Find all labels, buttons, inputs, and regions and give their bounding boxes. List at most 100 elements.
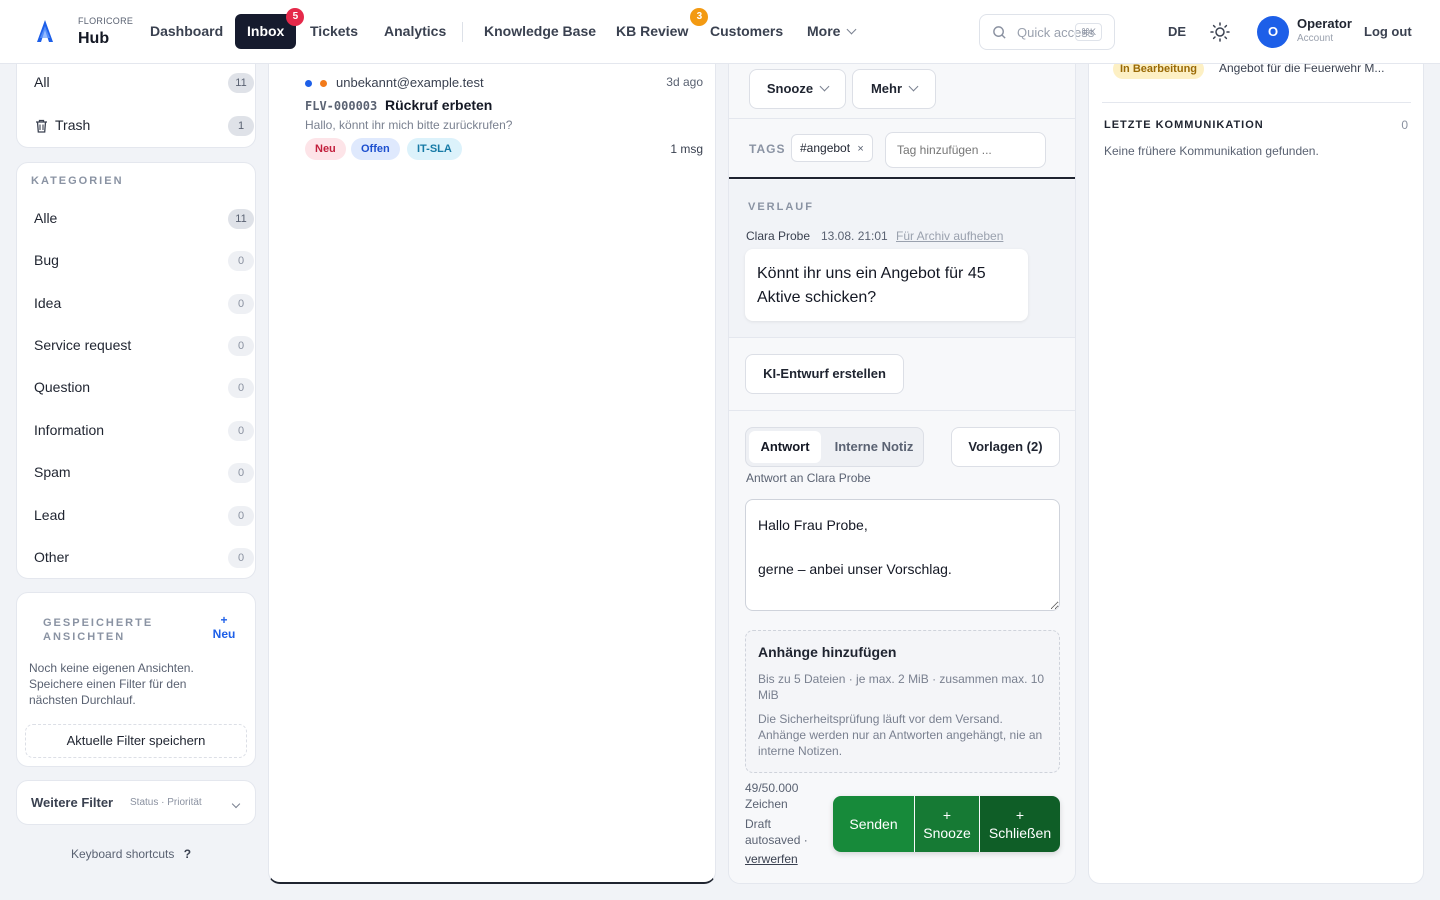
- nav-more[interactable]: More: [795, 14, 867, 49]
- ai-draft-button[interactable]: KI-Entwurf erstellen: [745, 354, 904, 394]
- category-count: 11: [228, 209, 254, 229]
- plus-icon: +: [1015, 807, 1025, 823]
- snooze-button[interactable]: Snooze: [749, 69, 846, 109]
- keyboard-shortcuts-label: Keyboard shortcuts: [71, 847, 175, 861]
- send-and-snooze-button[interactable]: + Snooze: [915, 796, 979, 852]
- category-count: 0: [228, 506, 254, 526]
- send-button[interactable]: Senden: [833, 796, 914, 852]
- sla-badge: IT-SLA: [407, 138, 462, 160]
- nav-kb-review-label: KB Review: [616, 23, 689, 39]
- ticket-message-count: 1 msg: [670, 142, 703, 156]
- categories-card: KATEGORIEN Alle 11 Bug 0 Idea 0 Service …: [16, 162, 256, 579]
- ticket-sender: unbekannt@example.test: [336, 75, 484, 90]
- list-item[interactable]: unbekannt@example.test 3d ago FLV-000003…: [269, 49, 715, 169]
- user-name[interactable]: Operator: [1297, 16, 1352, 31]
- more-actions-label: Mehr: [870, 81, 903, 96]
- category-spam[interactable]: Spam 0: [34, 463, 254, 484]
- archive-link[interactable]: Für Archiv aufheben: [896, 229, 1003, 243]
- tag-remove-close-icon[interactable]: ×: [857, 143, 863, 155]
- category-label: Question: [34, 379, 91, 395]
- folder-trash-label: Trash: [55, 117, 91, 133]
- message-bubble: Könnt ihr uns ein Angebot für 45 Aktive …: [745, 249, 1028, 321]
- trash-icon: [36, 119, 47, 133]
- category-lead[interactable]: Lead 0: [34, 506, 254, 527]
- category-label: Information: [34, 422, 105, 438]
- ticket-list-panel: unbekannt@example.test 3d ago FLV-000003…: [268, 48, 716, 884]
- category-alle[interactable]: Alle 11: [34, 209, 254, 230]
- nav-more-label: More: [807, 23, 841, 39]
- category-question[interactable]: Question 0: [34, 378, 254, 399]
- new-saved-view-button[interactable]: + Neu: [209, 613, 239, 641]
- ai-draft-section: KI-Entwurf erstellen: [729, 339, 1075, 411]
- message-time: 13.08. 21:01: [821, 229, 888, 243]
- category-count: 0: [228, 463, 254, 483]
- category-bug[interactable]: Bug 0: [34, 251, 254, 272]
- logout-button[interactable]: Log out: [1364, 24, 1412, 39]
- category-label: Other: [34, 549, 70, 565]
- category-label: Spam: [34, 464, 71, 480]
- last-communication-title: LETZTE KOMMUNIKATION: [1104, 119, 1264, 131]
- language-switch[interactable]: DE: [1168, 24, 1186, 39]
- saved-views-title-line: GESPEICHERTE: [43, 617, 154, 629]
- category-idea[interactable]: Idea 0: [34, 294, 254, 315]
- attachment-dropzone[interactable]: Anhänge hinzufügen Bis zu 5 Dateien · je…: [745, 630, 1060, 773]
- keyboard-shortcuts-link[interactable]: Keyboard shortcuts ?: [71, 847, 191, 861]
- chevron-down-icon: [231, 799, 241, 809]
- send-and-close-button[interactable]: + Schließen: [980, 796, 1060, 852]
- draft-status: Draft autosaved ·: [745, 817, 808, 847]
- user-avatar[interactable]: O: [1257, 16, 1289, 48]
- reply-textarea[interactable]: [745, 499, 1060, 611]
- plus-icon: +: [220, 613, 228, 627]
- category-count: 0: [228, 251, 254, 271]
- category-label: Service request: [34, 337, 132, 353]
- reply-mode-tabs: Antwort Interne Notiz: [745, 427, 924, 467]
- category-label: Lead: [34, 507, 66, 523]
- nav-inbox-label: Inbox: [247, 23, 285, 39]
- nav-customers[interactable]: Customers: [698, 14, 795, 49]
- tag-input[interactable]: [885, 132, 1046, 168]
- theme-toggle-sun-icon[interactable]: [1210, 22, 1230, 42]
- nav-tickets[interactable]: Tickets: [298, 14, 370, 49]
- ticket-preview: Hallo, könnt ihr mich bitte zurückrufen?: [305, 118, 513, 132]
- history-title: VERLAUF: [748, 201, 814, 213]
- folder-all-label: All: [34, 74, 50, 90]
- nav-inbox[interactable]: Inbox 5: [235, 8, 305, 49]
- new-saved-view-label: Neu: [212, 627, 236, 641]
- unread-dot: [305, 80, 312, 87]
- more-filters-toggle[interactable]: Weitere Filter Status · Priorität: [16, 780, 256, 825]
- folder-trash[interactable]: Trash 1: [34, 116, 254, 137]
- plus-icon: +: [942, 807, 952, 823]
- category-information[interactable]: Information 0: [34, 421, 254, 442]
- more-actions-button[interactable]: Mehr: [852, 69, 936, 109]
- tab-reply[interactable]: Antwort: [749, 431, 821, 463]
- saved-views-card: GESPEICHERTE ANSICHTEN + Neu Noch keine …: [16, 592, 256, 767]
- category-count: 0: [228, 548, 254, 568]
- templates-button[interactable]: Vorlagen (2): [951, 427, 1060, 467]
- category-other[interactable]: Other 0: [34, 548, 254, 569]
- send-button-group: Senden + Snooze + Schließen: [833, 796, 1060, 852]
- nav-kb-review[interactable]: KB Review 3: [604, 8, 709, 49]
- folder-all[interactable]: All 11: [34, 73, 254, 94]
- message-author: Clara Probe: [746, 229, 811, 243]
- nav-dashboard[interactable]: Dashboard: [138, 14, 235, 49]
- quick-access-search[interactable]: Quick access ⌘K: [979, 14, 1115, 50]
- tab-internal-note[interactable]: Interne Notiz: [826, 431, 922, 463]
- brand-title: Hub: [78, 30, 110, 47]
- folder-all-count: 11: [228, 73, 254, 93]
- attachment-title: Anhänge hinzufügen: [758, 644, 897, 660]
- nav-analytics[interactable]: Analytics: [372, 14, 458, 49]
- more-filters-label: Weitere Filter: [31, 795, 114, 810]
- nav-knowledge-base[interactable]: Knowledge Base: [472, 14, 608, 49]
- category-service-request[interactable]: Service request 0: [34, 336, 254, 357]
- discard-draft-link[interactable]: verwerfen: [745, 852, 798, 866]
- history-section: VERLAUF Clara Probe 13.08. 21:01 Für Arc…: [729, 180, 1075, 338]
- send-and-close-label: Schließen: [988, 825, 1052, 841]
- status-badge: Offen: [351, 138, 400, 160]
- status-badge: Neu: [305, 138, 346, 160]
- brand-subtitle: FLORICORE: [78, 16, 134, 26]
- folder-trash-count: 1: [228, 116, 254, 136]
- reply-composer: Antwort Interne Notiz Vorlagen (2) Antwo…: [729, 412, 1075, 883]
- save-current-filter-button[interactable]: Aktuelle Filter speichern: [25, 724, 247, 758]
- ticket-age: 3d ago: [666, 75, 703, 89]
- category-count: 0: [228, 421, 254, 441]
